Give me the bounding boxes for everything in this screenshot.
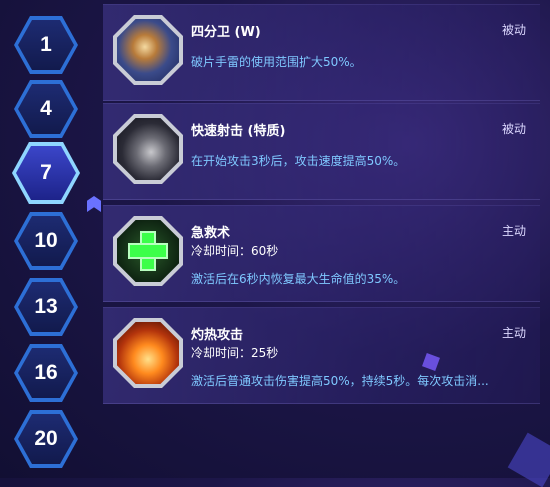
level-label: 4 [18,84,74,134]
level-label: 13 [18,282,74,332]
talent-row[interactable]: 四分卫 (W) 被动 破片手雷的使用范围扩大50%。 [103,4,540,101]
talent-row[interactable]: 急救术 主动 冷却时间：60秒 激活后在6秒内恢复最大生命值的35%。 [103,205,540,302]
level-10-button[interactable]: 10 [14,212,78,270]
active-level-marker-icon [87,196,101,212]
level-16-button[interactable]: 16 [14,344,78,402]
talent-icon-frame [113,114,183,184]
level-13-button[interactable]: 13 [14,278,78,336]
talent-name: 灼热攻击 [191,328,244,343]
grenade-icon [117,19,179,81]
talent-type: 主动 [501,326,526,340]
level-label: 20 [18,414,74,464]
cross-shape [128,231,168,271]
talent-type: 被动 [501,23,526,37]
level-label: 16 [18,348,74,398]
level-7-button[interactable]: 7 [12,142,80,204]
level-1-button[interactable]: 1 [14,16,78,74]
level-label: 1 [18,20,74,70]
talent-icon-frame [113,15,183,85]
talent-name: 急救术 [191,226,231,241]
talent-list: 四分卫 (W) 被动 破片手雷的使用范围扩大50%。 快速射击 (特质) 被动 … [103,0,550,478]
talent-row[interactable]: 灼热攻击 主动 冷却时间：25秒 激活后普通攻击伤害提高50%，持续5秒。每次攻… [103,307,540,404]
talent-type: 被动 [501,122,526,136]
talent-description: 激活后在6秒内恢复最大生命值的35%。 [191,272,406,286]
talent-cooldown: 冷却时间：60秒 [191,244,279,258]
level-label: 7 [16,146,76,200]
talent-cooldown: 冷却时间：25秒 [191,346,279,360]
gun-icon [117,118,179,180]
talent-description: 在开始攻击3秒后，攻击速度提高50%。 [191,154,406,168]
talent-icon-frame [113,216,183,286]
talent-name: 快速射击 (特质) [191,124,286,139]
talent-name: 四分卫 (W) [191,25,261,40]
talent-type: 主动 [501,224,526,238]
talent-description: 破片手雷的使用范围扩大50%。 [191,55,362,69]
level-label: 10 [18,216,74,266]
talent-icon-frame [113,318,183,388]
medical-cross-icon [117,220,179,282]
fire-icon [117,322,179,384]
talent-row[interactable]: 快速射击 (特质) 被动 在开始攻击3秒后，攻击速度提高50%。 [103,103,540,200]
level-4-button[interactable]: 4 [14,80,78,138]
level-20-button[interactable]: 20 [14,410,78,468]
talent-level-column: 1 4 7 10 13 16 20 [0,0,101,478]
talent-description: 激活后普通攻击伤害提高50%，持续5秒。每次攻击消... [191,374,489,388]
